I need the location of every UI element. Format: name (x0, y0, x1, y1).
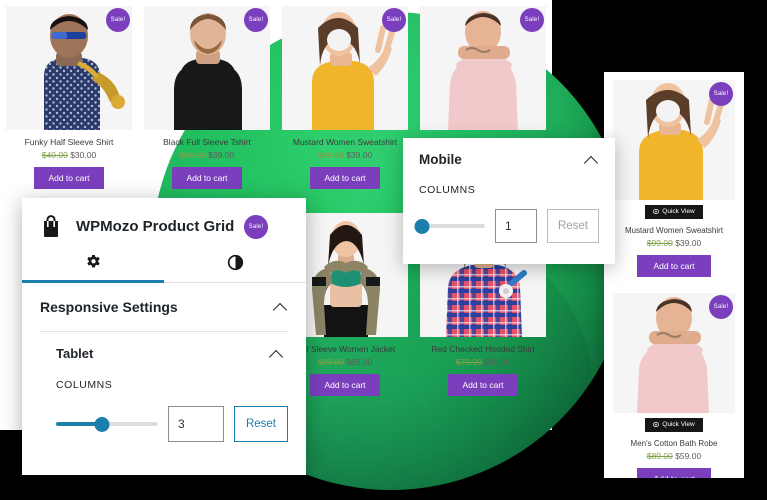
product-price: $89.00 $59.00 (610, 451, 738, 461)
tablet-title: Tablet (56, 346, 94, 361)
sale-badge: Sale! (244, 8, 268, 32)
chevron-up-icon[interactable] (274, 300, 288, 314)
mobile-columns-slider[interactable] (414, 217, 485, 235)
responsive-settings-title: Responsive Settings (40, 299, 178, 315)
sale-badge: Sale! (382, 8, 406, 32)
chevron-up-icon[interactable] (585, 153, 599, 167)
mobile-preview-column-panel: Sale! Quick View Mustard Women Sweatshir… (604, 72, 744, 478)
sale-badge: Sale! (244, 215, 268, 239)
add-to-cart-button[interactable]: Add to cart (637, 468, 711, 478)
product-price: $40.00 $30.00 (6, 150, 132, 160)
quick-view-label: Quick View (662, 421, 695, 428)
product-card[interactable]: Sale! Black Full Sleeve Tshirt $49.00 $3… (138, 0, 276, 199)
slider-knob[interactable] (94, 416, 110, 432)
add-to-cart-button[interactable]: Add to cart (310, 167, 380, 189)
product-old-price: $79.00 (455, 357, 482, 367)
product-old-price: $89.00 (646, 451, 673, 461)
product-image: Sale! (144, 6, 270, 130)
add-to-cart-button[interactable]: Add to cart (448, 374, 518, 396)
product-image: Sale! (282, 6, 408, 130)
product-old-price: $89.00 (317, 357, 344, 367)
page-title: WPMozo Product Grid (76, 217, 235, 235)
product-title: Red Checked Hooded Shirt (431, 344, 535, 354)
tab-styles[interactable] (164, 248, 306, 282)
quick-view-badge[interactable]: Quick View (645, 205, 703, 219)
slider-knob[interactable] (414, 218, 430, 234)
product-new-price: $39.00 (675, 238, 702, 248)
mobile-settings-panel: Mobile COLUMNS 1 Reset (403, 138, 615, 264)
settings-panel-tabs (22, 248, 306, 283)
responsive-settings-header[interactable]: Responsive Settings (40, 299, 288, 315)
sale-badge: Sale! (520, 8, 544, 32)
product-new-price: $59.00 (484, 357, 511, 367)
product-image: Sale! (6, 6, 132, 130)
gear-icon (85, 254, 102, 276)
product-new-price: $69.00 (346, 357, 373, 367)
responsive-settings-section: Responsive Settings (22, 283, 306, 315)
product-old-price: $49.00 (179, 150, 206, 160)
mobile-columns-label: COLUMNS (419, 184, 476, 196)
product-new-price: $39.00 (208, 150, 235, 160)
sale-badge: Sale! (709, 82, 733, 106)
product-title: Mustard Women Sweatshirt (624, 226, 724, 235)
add-to-cart-button[interactable]: Add to cart (34, 167, 104, 189)
product-card[interactable]: Sale! Funky Half Sleeve Shirt $40.00 $30… (0, 0, 138, 199)
mobile-reset-button[interactable]: Reset (546, 209, 599, 243)
shopping-bag-icon (40, 214, 62, 238)
mobile-section-header[interactable]: Mobile (419, 152, 599, 167)
product-card[interactable]: Sale! Quick View Mustard Women Sweatshir… (604, 72, 744, 285)
product-price: $49.00 $39.00 (144, 150, 270, 160)
product-title: Funky Half Sleeve Shirt (24, 137, 114, 147)
add-to-cart-button[interactable]: Add to cart (310, 374, 380, 396)
product-title: Men's Cotton Bath Robe (630, 439, 718, 448)
product-old-price: $99.00 (646, 238, 673, 248)
sale-badge: Sale! (709, 295, 733, 319)
mobile-columns-input[interactable]: 1 (494, 209, 537, 243)
product-price: $79.00 $59.00 (420, 357, 546, 367)
chevron-up-icon[interactable] (270, 347, 284, 361)
product-new-price: $59.00 (675, 451, 702, 461)
sale-badge: Sale! (106, 8, 130, 32)
add-to-cart-button[interactable]: Add to cart (637, 255, 711, 277)
mobile-section-title: Mobile (419, 152, 462, 167)
tablet-columns-slider[interactable] (56, 415, 158, 433)
screenshot-stage: Sale! Funky Half Sleeve Shirt $40.00 $30… (0, 0, 767, 500)
tab-settings[interactable] (22, 248, 164, 283)
product-card[interactable]: Sale! Quick View Men's Cotton Bath Robe (604, 285, 744, 478)
tablet-header[interactable]: Tablet (56, 346, 288, 361)
product-card[interactable]: Sale! Mustard Women Sweatshirt $99.00 $3… (276, 0, 414, 199)
product-image: Sale! (613, 293, 735, 413)
product-old-price: $99.00 (317, 150, 344, 160)
tablet-columns-input[interactable]: 3 (167, 406, 224, 442)
product-title: Black Full Sleeve Tshirt (163, 137, 251, 147)
eye-icon (653, 209, 660, 216)
tablet-subsection: Tablet COLUMNS 3 Reset (22, 332, 306, 442)
eye-icon (653, 422, 660, 429)
quick-view-label: Quick View (662, 208, 695, 215)
wpmozo-settings-panel: WPMozo Product Grid Responsive Settings … (22, 198, 306, 475)
tablet-columns-label: COLUMNS (56, 379, 113, 391)
add-to-cart-button[interactable]: Add to cart (172, 167, 242, 189)
quick-view-badge[interactable]: Quick View (645, 418, 703, 432)
product-price: $99.00 $39.00 (282, 150, 408, 160)
product-new-price: $39.00 (346, 150, 373, 160)
product-price: $99.00 $39.00 (610, 238, 738, 248)
tablet-reset-button[interactable]: Reset (233, 406, 288, 442)
product-image: Sale! (613, 80, 735, 200)
contrast-icon (227, 254, 244, 276)
product-old-price: $40.00 (41, 150, 68, 160)
product-new-price: $30.00 (70, 150, 97, 160)
product-image: Sale! (420, 6, 546, 130)
product-title: Mustard Women Sweatshirt (292, 137, 398, 147)
